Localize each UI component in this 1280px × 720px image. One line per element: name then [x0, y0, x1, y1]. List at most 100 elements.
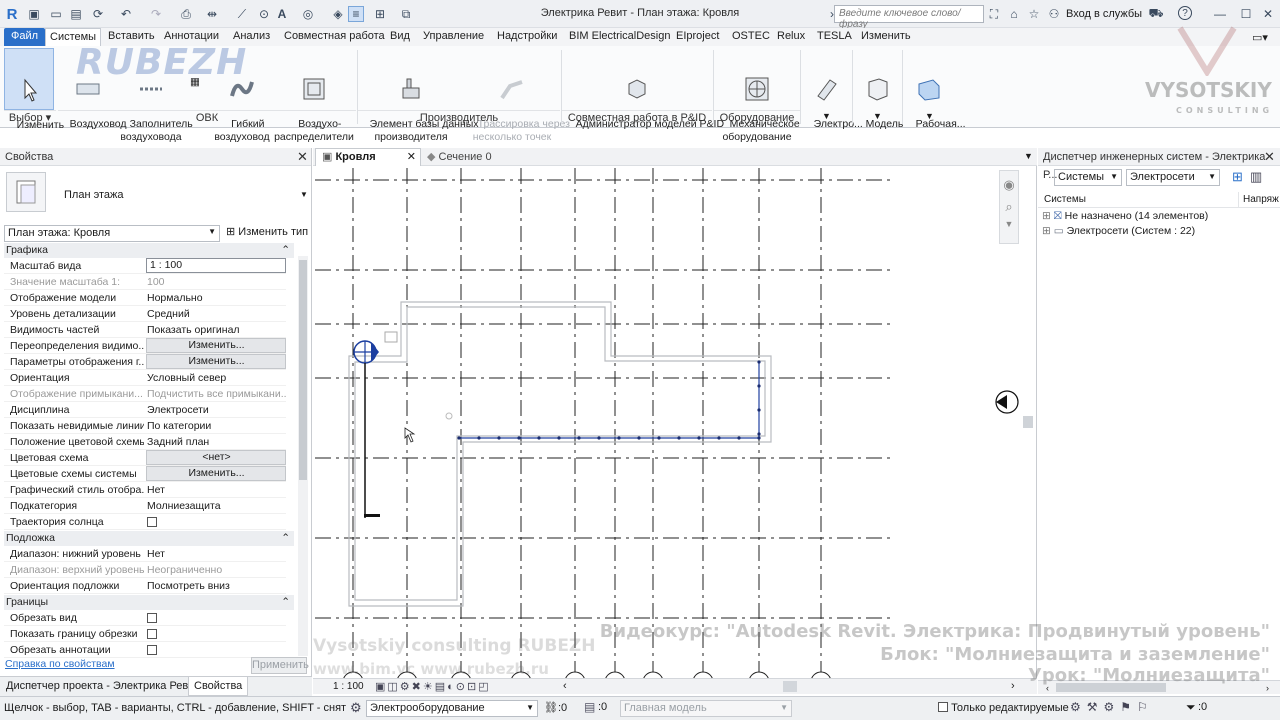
property-edit-button[interactable]: <нет>: [146, 450, 286, 465]
revit-logo-icon[interactable]: R: [4, 6, 20, 23]
air-terminal-button[interactable]: Воздухо- распределители: [274, 48, 354, 143]
property-value[interactable]: Электросети: [146, 402, 286, 418]
scroll-left-icon[interactable]: ‹: [563, 680, 567, 692]
tab-properties[interactable]: Свойства: [188, 677, 249, 696]
close-systems-browser-icon[interactable]: ✕: [1264, 148, 1275, 166]
section-icon[interactable]: ◈: [330, 6, 346, 22]
property-checkbox[interactable]: [147, 645, 157, 655]
editable-only-checkbox[interactable]: [938, 702, 948, 712]
scroll-right-icon[interactable]: ›: [1011, 680, 1015, 692]
drawing-area[interactable]: ▣ Кровля ✕ ◆ Сечение 0 ▼ ◉ ⌕ ▼ 1: 100 ▣…: [313, 148, 1037, 694]
steering-wheel-icon[interactable]: ◉: [1000, 177, 1018, 193]
scrollbar-thumb[interactable]: [299, 260, 307, 480]
tab-view[interactable]: Вид: [386, 28, 414, 46]
tab-addins[interactable]: Надстройки: [493, 28, 561, 46]
electrical-button[interactable]: Электро...: [802, 48, 863, 130]
binoculars-icon[interactable]: ⛶: [986, 6, 1002, 22]
property-value[interactable]: Показать оригинал: [146, 322, 286, 338]
minimize-icon[interactable]: —: [1212, 6, 1228, 22]
view-tab-roof[interactable]: ▣ Кровля ✕: [315, 148, 421, 166]
pid-manager-button[interactable]: Администратор моделей P&ID: [564, 48, 724, 130]
view-controls-icons[interactable]: ▣◫⚙✖☀▤◐⊙⊡◰: [375, 680, 491, 693]
close-properties-icon[interactable]: ✕: [297, 148, 308, 166]
filter-icon[interactable]: ⏷: [1186, 700, 1196, 715]
property-row[interactable]: Масштаб вида 1 : 100: [4, 258, 286, 274]
apply-button[interactable]: Применить: [251, 657, 309, 674]
design-options-icon[interactable]: ▤: [584, 700, 595, 714]
property-row[interactable]: Положение цветовой схемы Задний план: [4, 434, 286, 450]
expand-icon[interactable]: ⊞: [1042, 225, 1051, 237]
property-value[interactable]: По категории: [146, 418, 286, 434]
user-icon[interactable]: ⚇: [1046, 6, 1062, 22]
property-row[interactable]: Отображение примыкани... Подчистить все п…: [4, 386, 286, 402]
tab-project-browser[interactable]: Диспетчер проекта - Электрика Ревит: [6, 680, 199, 692]
horizontal-scroll-thumb[interactable]: [783, 681, 797, 692]
property-edit-button[interactable]: Изменить...: [146, 466, 286, 481]
dimension-icon[interactable]: ⟋: [234, 6, 250, 22]
save-icon[interactable]: ▤: [68, 6, 84, 22]
tree-item-power[interactable]: ⊞ ▭ Электросети (Систем : 22): [1042, 225, 1195, 237]
ribbon-toggle-icon[interactable]: ▭▾: [1252, 31, 1268, 44]
multi-point-routing-button[interactable]: Трассировка через несколько точек: [466, 48, 570, 143]
property-row[interactable]: Отображение модели Нормально: [4, 290, 286, 306]
cart-icon[interactable]: ⛟: [1148, 6, 1164, 22]
tab-manage[interactable]: Управление: [419, 28, 488, 46]
property-row[interactable]: Цветовые схемы системы Изменить...: [4, 466, 286, 482]
properties-scrollbar[interactable]: [298, 256, 308, 656]
property-row[interactable]: Подкатегория Молниезащита: [4, 498, 286, 514]
property-row[interactable]: Диапазон: верхний уровень Неограниченно: [4, 562, 286, 578]
section-extents[interactable]: Границы ⌃: [4, 595, 294, 610]
tag-icon[interactable]: ⊙: [256, 6, 272, 22]
text-icon[interactable]: A: [274, 6, 290, 22]
maximize-icon[interactable]: ☐: [1238, 6, 1254, 22]
tab-tesla[interactable]: TESLA: [813, 28, 856, 46]
col-voltage[interactable]: Напряж: [1243, 194, 1279, 205]
thin-lines-icon[interactable]: ≡: [348, 6, 364, 22]
systems-view-dropdown[interactable]: Системы ▼: [1054, 169, 1122, 186]
selection-options-icons[interactable]: ⚙⚒⚙⚑⚐: [1070, 700, 1154, 714]
undo-icon[interactable]: ↶: [118, 6, 134, 22]
autofit-icon[interactable]: ▥: [1250, 169, 1262, 185]
3d-view-icon[interactable]: ◎: [300, 6, 316, 22]
model-dropdown-icon[interactable]: ▼: [873, 111, 882, 121]
tree-item-unassigned[interactable]: ⊞ ⛝ Не назначено (14 элементов): [1042, 210, 1208, 223]
instance-selector[interactable]: План этажа: Кровля ▼: [4, 225, 220, 242]
property-row[interactable]: Цветовая схема <нет>: [4, 450, 286, 466]
col-systems[interactable]: Системы: [1044, 194, 1086, 205]
property-row[interactable]: Диапазон: нижний уровень Нет: [4, 546, 286, 562]
property-row[interactable]: Значение масштаба 1: 100: [4, 274, 286, 290]
property-value[interactable]: Нет: [146, 482, 286, 498]
property-value[interactable]: Молниезащита: [146, 498, 286, 514]
expand-icon[interactable]: ⊞: [1042, 210, 1051, 222]
model-button[interactable]: Модель: [854, 48, 903, 130]
property-row[interactable]: Графический стиль отобра... Нет: [4, 482, 286, 498]
tabs-menu-icon[interactable]: ▼: [1024, 151, 1033, 161]
property-value[interactable]: Посмотреть вниз: [146, 578, 286, 594]
design-option-dropdown[interactable]: Главная модель ▼: [620, 700, 792, 717]
view-scale[interactable]: 1 : 100: [333, 681, 364, 692]
property-value[interactable]: Подчистить все примыкани...: [146, 386, 286, 402]
subscription-icon[interactable]: ⌂: [1006, 6, 1022, 22]
column-settings-icon[interactable]: ⊞: [1232, 169, 1243, 185]
edit-type-button[interactable]: ⊞ Изменить тип: [226, 225, 308, 238]
property-row[interactable]: Ориентация подложки Посмотреть вниз: [4, 578, 286, 594]
property-value[interactable]: Нет: [146, 546, 286, 562]
login-link[interactable]: Вход в службы: [1066, 8, 1142, 20]
tab-eiproject[interactable]: EIproject: [672, 28, 723, 46]
property-row[interactable]: Видимость частей Показать оригинал: [4, 322, 286, 338]
property-checkbox[interactable]: [147, 517, 157, 527]
close-tab-icon[interactable]: ✕: [407, 149, 416, 165]
property-value[interactable]: [146, 514, 286, 532]
property-row[interactable]: Ориентация Условный север: [4, 370, 286, 386]
switch-windows-icon[interactable]: ⧉: [398, 6, 414, 22]
tab-ostec[interactable]: OSTEC: [728, 28, 774, 46]
open-icon[interactable]: ▣: [26, 6, 42, 22]
property-row[interactable]: Показать границу обрезки: [4, 626, 286, 642]
property-row[interactable]: Траектория солнца: [4, 514, 286, 530]
property-row[interactable]: Переопределения видимо... Изменить...: [4, 338, 286, 354]
section-graphics[interactable]: Графика ⌃: [4, 243, 294, 258]
workset-icon[interactable]: ⚙: [350, 700, 362, 716]
measure-icon[interactable]: ⇹: [204, 6, 220, 22]
property-checkbox[interactable]: [147, 629, 157, 639]
property-row[interactable]: Уровень детализации Средний: [4, 306, 286, 322]
